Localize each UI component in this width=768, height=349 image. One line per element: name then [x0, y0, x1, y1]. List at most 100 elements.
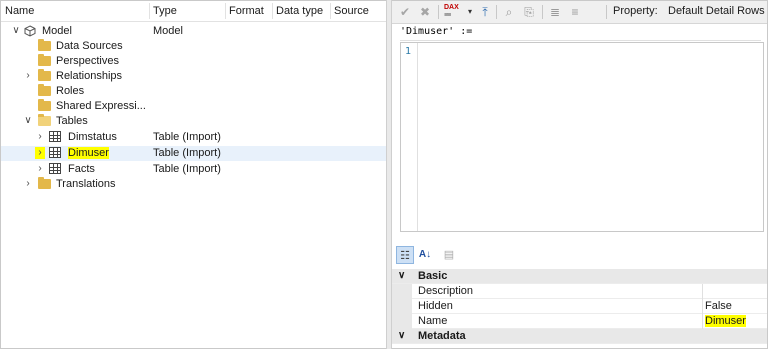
- property-label: Property:: [613, 5, 658, 17]
- folder-icon: [38, 39, 51, 51]
- chevron-down-icon[interactable]: ∨: [11, 25, 21, 37]
- uncomment-icon[interactable]: ≡: [568, 4, 582, 20]
- column-header-type[interactable]: Type: [153, 5, 177, 17]
- table-icon: [49, 147, 61, 158]
- chevron-right-icon[interactable]: ›: [35, 147, 45, 159]
- toolbar-separator: [496, 5, 497, 19]
- line-number: 1: [405, 46, 412, 57]
- toolbar-separator: [542, 5, 543, 19]
- property-row-margin: [392, 314, 412, 329]
- tree-node-type: Table (Import): [153, 147, 221, 159]
- tree-node-label: Dimuser: [68, 147, 109, 159]
- property-pages-icon[interactable]: ▤: [440, 246, 458, 264]
- chevron-down-icon[interactable]: ∨: [398, 330, 405, 341]
- properties-grid: ∨ Basic Description Hidden False Name Di…: [392, 269, 767, 344]
- dax-editor[interactable]: 1: [400, 42, 764, 232]
- tree-node-shared-expressions[interactable]: Shared Expressi...: [1, 99, 386, 114]
- tree-node-type: Model: [153, 25, 183, 37]
- tree-node-label: Dimstatus: [68, 131, 117, 143]
- dax-format-icon[interactable]: DAX ≡≡: [444, 4, 466, 20]
- chevron-right-icon[interactable]: ›: [35, 163, 45, 175]
- model-explorer-panel: Name Type Format Data type Source ∨ Mode…: [1, 1, 386, 347]
- folder-open-icon: [38, 114, 51, 126]
- property-divider: [702, 299, 703, 314]
- close-icon[interactable]: ✖: [418, 4, 432, 20]
- folder-icon: [38, 177, 51, 189]
- folder-icon: [38, 54, 51, 66]
- table-icon: [49, 163, 61, 174]
- table-icon: [49, 131, 61, 142]
- chevron-down-icon[interactable]: ∨: [398, 270, 405, 281]
- property-value[interactable]: Dimuser: [705, 315, 746, 327]
- check-icon[interactable]: ✔: [398, 4, 412, 20]
- property-category-basic[interactable]: ∨ Basic: [392, 269, 767, 284]
- tree-node-model[interactable]: ∨ Model Model: [1, 24, 386, 39]
- tree-node-label: Shared Expressi...: [56, 100, 146, 112]
- property-category-metadata[interactable]: ∨ Metadata: [392, 329, 767, 344]
- chevron-down-icon[interactable]: ∨: [23, 115, 33, 127]
- tree-node-label: Perspectives: [56, 55, 119, 67]
- column-header-format[interactable]: Format: [229, 5, 264, 17]
- property-row-margin: [392, 284, 412, 299]
- comment-icon[interactable]: ≣: [548, 4, 562, 20]
- sort-alphabetical-icon[interactable]: A↓: [416, 246, 434, 264]
- column-header-source[interactable]: Source: [334, 5, 369, 17]
- formula-toolbar: ✔ ✖ DAX ≡≡ ▾ ⤒ ⌕ ⎘ ≣ ≡ Property: Default …: [392, 1, 767, 24]
- toolbar-separator: [606, 5, 607, 19]
- column-separator[interactable]: [225, 3, 226, 19]
- column-separator[interactable]: [330, 3, 331, 19]
- categorized-view-icon[interactable]: ☷: [396, 246, 414, 264]
- folder-icon: [38, 99, 51, 111]
- tree-node-type: Table (Import): [153, 163, 221, 175]
- tree-node-relationships[interactable]: › Relationships: [1, 69, 386, 84]
- tree-node-label: Tables: [56, 115, 88, 127]
- property-divider: [702, 314, 703, 329]
- tree-node-roles[interactable]: Roles: [1, 84, 386, 99]
- property-row-description[interactable]: Description: [392, 284, 767, 299]
- tree-node-data-sources[interactable]: Data Sources: [1, 39, 386, 54]
- property-category-label: Metadata: [418, 330, 466, 342]
- tree-node-perspectives[interactable]: Perspectives: [1, 54, 386, 69]
- column-header-data-type[interactable]: Data type: [276, 5, 323, 17]
- tree-node-label: Translations: [56, 178, 116, 190]
- dropdown-arrow-icon[interactable]: ▾: [466, 4, 474, 20]
- property-row-name[interactable]: Name Dimuser: [392, 314, 767, 329]
- property-row-hidden[interactable]: Hidden False: [392, 299, 767, 314]
- formula-bar[interactable]: 'Dimuser' :=: [400, 26, 761, 41]
- property-value[interactable]: False: [705, 300, 732, 312]
- property-select[interactable]: Default Detail Rows: [668, 5, 765, 17]
- folder-icon: [38, 69, 51, 81]
- insert-function-icon[interactable]: ⤒: [478, 4, 492, 20]
- tree-node-label: Relationships: [56, 70, 123, 82]
- toolbar-separator: [438, 5, 439, 19]
- tree-node-facts[interactable]: › Facts Table (Import): [1, 162, 386, 177]
- property-row-margin: [392, 299, 412, 314]
- tree-node-label: Data Sources: [56, 40, 123, 52]
- tree-node-dimstatus[interactable]: › Dimstatus Table (Import): [1, 130, 386, 145]
- tree-node-type: Table (Import): [153, 131, 221, 143]
- tree-node-tables[interactable]: ∨ Tables: [1, 114, 386, 129]
- property-name: Hidden: [418, 300, 453, 312]
- chevron-right-icon[interactable]: ›: [35, 131, 45, 143]
- tree-column-header: Name Type Format Data type Source: [1, 1, 386, 22]
- find-icon[interactable]: ⌕: [502, 4, 516, 20]
- replace-icon[interactable]: ⎘: [522, 4, 536, 20]
- column-separator[interactable]: [149, 3, 150, 19]
- column-header-name[interactable]: Name: [5, 5, 34, 17]
- line-number-gutter: 1: [401, 43, 418, 231]
- property-name: Name: [418, 315, 448, 327]
- column-separator[interactable]: [272, 3, 273, 19]
- properties-toolbar: ☷ A↓ ▤: [396, 246, 476, 266]
- property-name: Description: [418, 285, 474, 297]
- editor-properties-panel: ✔ ✖ DAX ≡≡ ▾ ⤒ ⌕ ⎘ ≣ ≡ Property: Default …: [392, 1, 767, 347]
- chevron-right-icon[interactable]: ›: [23, 70, 33, 82]
- tree-node-label: Model: [42, 25, 72, 37]
- tree-node-translations[interactable]: › Translations: [1, 177, 386, 192]
- property-category-label: Basic: [418, 270, 448, 282]
- tree-node-label: Roles: [56, 85, 85, 97]
- folder-icon: [38, 84, 51, 96]
- chevron-right-icon[interactable]: ›: [23, 178, 33, 190]
- property-divider: [702, 284, 703, 299]
- tree-node-dimuser[interactable]: › Dimuser Table (Import): [1, 146, 386, 161]
- tree-node-label: Facts: [68, 163, 95, 175]
